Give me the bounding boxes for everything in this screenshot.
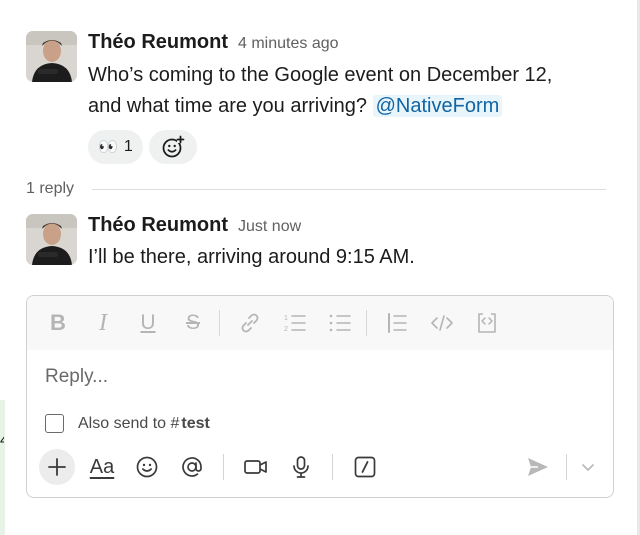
bulleted-list-icon[interactable] bbox=[325, 308, 355, 338]
bold-icon[interactable]: B bbox=[43, 308, 73, 338]
message-text: I’ll be there, arriving around 9:15 AM. bbox=[88, 246, 415, 268]
microphone-glyph bbox=[293, 456, 309, 478]
code-block-icon[interactable] bbox=[472, 308, 502, 338]
also-send-label-wrap: Also send to # test bbox=[78, 415, 210, 433]
emoji-glyph bbox=[136, 456, 158, 478]
underline-icon[interactable]: U bbox=[133, 308, 163, 338]
reply-input[interactable]: Reply... bbox=[45, 366, 108, 388]
reply-composer: B I U S 12 Reply... Also send to #test bbox=[26, 295, 614, 498]
plus-glyph bbox=[48, 458, 66, 476]
toolbar-separator bbox=[366, 310, 367, 336]
message-body: Théo Reumont 4 minutes ago Who’s coming … bbox=[88, 31, 616, 164]
code-glyph bbox=[431, 315, 453, 331]
send-separator bbox=[566, 454, 567, 480]
blockquote-glyph bbox=[388, 313, 407, 333]
reactions-bar: 👀 1 bbox=[88, 130, 616, 164]
add-emoji-icon bbox=[162, 135, 185, 158]
chevron-down-icon[interactable] bbox=[577, 449, 599, 485]
channel-hash-icon: # bbox=[170, 414, 180, 432]
send-group bbox=[520, 448, 599, 486]
message-header: Théo Reumont Just now bbox=[88, 214, 616, 240]
mention-icon[interactable] bbox=[174, 449, 210, 485]
message-text-line-2: and what time are you arriving? @NativeF… bbox=[88, 91, 616, 122]
reaction-eyes[interactable]: 👀 1 bbox=[88, 130, 143, 164]
bulleted-list-glyph bbox=[329, 314, 351, 332]
link-icon[interactable] bbox=[235, 308, 265, 338]
blockquote-icon[interactable] bbox=[382, 308, 412, 338]
avatar[interactable] bbox=[26, 214, 77, 265]
avatar-image bbox=[26, 214, 77, 265]
message-text: Who’s coming to the Google event on Dece… bbox=[88, 60, 616, 122]
video-glyph bbox=[244, 460, 267, 474]
message-text-line-1: Who’s coming to the Google event on Dece… bbox=[88, 64, 553, 86]
code-icon[interactable] bbox=[427, 308, 457, 338]
author-name[interactable]: Théo Reumont bbox=[88, 31, 228, 54]
plus-icon[interactable] bbox=[39, 449, 75, 485]
video-icon[interactable] bbox=[238, 449, 274, 485]
author-name[interactable]: Théo Reumont bbox=[88, 214, 228, 237]
timestamp[interactable]: Just now bbox=[238, 218, 301, 236]
svg-text:1: 1 bbox=[284, 315, 288, 322]
code-block-glyph bbox=[478, 313, 496, 333]
parent-message: Théo Reumont 4 minutes ago Who’s coming … bbox=[26, 31, 616, 164]
mention-glyph bbox=[182, 457, 202, 477]
also-send-option: Also send to # test bbox=[45, 414, 210, 433]
action-separator bbox=[223, 454, 224, 480]
divider-line bbox=[92, 188, 606, 190]
add-reaction-button[interactable] bbox=[148, 130, 197, 164]
action-separator bbox=[332, 454, 333, 480]
emoji-icon[interactable] bbox=[129, 449, 165, 485]
text-format-label: Aa bbox=[89, 455, 115, 478]
reaction-count: 1 bbox=[123, 138, 133, 155]
eyes-emoji-icon: 👀 bbox=[98, 139, 118, 156]
user-mention[interactable]: @NativeForm bbox=[372, 95, 503, 117]
composer-action-bar: Aa bbox=[39, 448, 613, 486]
left-pane-clipped-text: 4 bbox=[0, 432, 4, 449]
text-format-icon[interactable]: Aa bbox=[84, 449, 120, 485]
formatting-toolbar: B I U S 12 bbox=[27, 296, 613, 350]
italic-icon[interactable]: I bbox=[88, 308, 118, 338]
channel-name[interactable]: test bbox=[181, 415, 209, 432]
also-send-checkbox[interactable] bbox=[45, 414, 64, 433]
toolbar-separator bbox=[219, 310, 220, 336]
svg-text:2: 2 bbox=[284, 326, 288, 333]
send-glyph bbox=[528, 458, 548, 476]
microphone-icon[interactable] bbox=[283, 449, 319, 485]
numbered-list-icon[interactable]: 12 bbox=[280, 308, 310, 338]
avatar-image bbox=[26, 31, 77, 82]
chevron-down-glyph bbox=[582, 464, 594, 471]
reply-count: 1 reply bbox=[26, 180, 75, 197]
message-body: Théo Reumont Just now I’ll be there, arr… bbox=[88, 214, 616, 273]
also-send-label: Also send to bbox=[78, 414, 167, 432]
message-text-line-2-content: and what time are you arriving? bbox=[88, 95, 368, 117]
slash-command-glyph bbox=[354, 456, 376, 478]
avatar[interactable] bbox=[26, 31, 77, 82]
reply-message: Théo Reumont Just now I’ll be there, arr… bbox=[26, 214, 616, 274]
send-icon[interactable] bbox=[520, 449, 556, 485]
left-pane-edge bbox=[0, 400, 5, 535]
numbered-list-glyph: 12 bbox=[284, 315, 306, 333]
message-header: Théo Reumont 4 minutes ago bbox=[88, 31, 616, 57]
reply-divider: 1 reply bbox=[26, 178, 606, 200]
timestamp[interactable]: 4 minutes ago bbox=[238, 35, 339, 53]
strikethrough-icon[interactable]: S bbox=[178, 308, 208, 338]
link-icon-glyph bbox=[241, 313, 259, 333]
slash-command-icon[interactable] bbox=[347, 449, 383, 485]
